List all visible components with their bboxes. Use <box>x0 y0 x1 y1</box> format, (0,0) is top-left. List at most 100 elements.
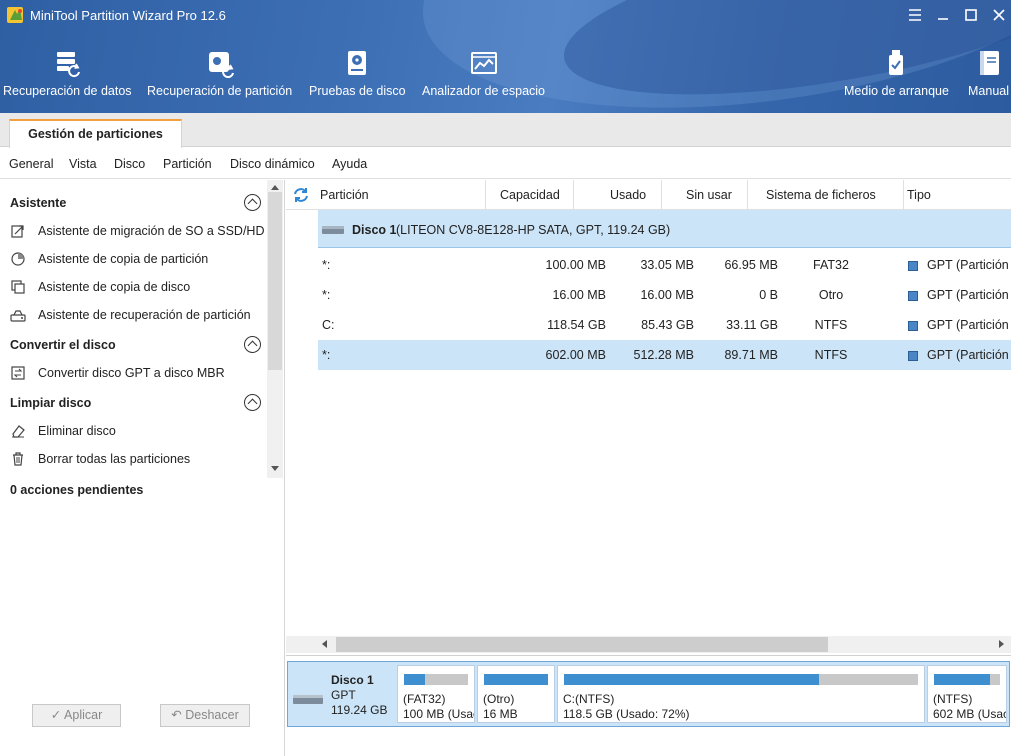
disk-benchmark-button[interactable]: Pruebas de disco <box>309 48 406 98</box>
sidebar-scrollbar[interactable] <box>267 180 283 478</box>
partition-block[interactable]: (NTFS) 602 MB (Usac <box>927 665 1007 723</box>
cell-partition: *: <box>322 348 331 362</box>
table-hscrollbar[interactable] <box>286 636 1011 653</box>
menu-icon[interactable] <box>906 6 924 24</box>
menu-dynamic-disk[interactable]: Disco dinámico <box>230 157 315 171</box>
disk-map: Disco 1 GPT 119.24 GB (FAT32) 100 MB (Us… <box>286 655 1011 756</box>
menu-bar: General Vista Disco Partición Disco diná… <box>0 148 1011 179</box>
cell-capacity: 118.54 GB <box>547 318 606 332</box>
menu-disk[interactable]: Disco <box>114 157 145 171</box>
table-header: Partición Capacidad Usado Sin usar Siste… <box>286 180 1011 210</box>
table-row[interactable]: *: 100.00 MB 33.05 MB 66.95 MB FAT32 GPT… <box>318 250 1011 280</box>
partition-block[interactable]: (FAT32) 100 MB (Usac <box>397 665 475 723</box>
cell-type: GPT (Partición r <box>927 288 1011 302</box>
bootable-media-button[interactable]: Medio de arranque <box>844 48 949 98</box>
header-partition[interactable]: Partición <box>314 180 486 210</box>
minimize-icon[interactable] <box>934 6 952 24</box>
cell-used: 85.43 GB <box>641 318 694 332</box>
collapse-convert-icon[interactable] <box>244 336 261 353</box>
manual-label: Manual <box>968 84 1009 98</box>
space-analyzer-button[interactable]: Analizador de espacio <box>422 48 545 98</box>
section-clean-title: Limpiar disco <box>10 396 92 410</box>
cell-unused: 66.95 MB <box>724 258 778 272</box>
partition-table: Partición Capacidad Usado Sin usar Siste… <box>286 180 1011 654</box>
usage-fill <box>564 674 819 685</box>
scrollbar-thumb[interactable] <box>268 192 282 370</box>
partition-recovery-icon <box>208 52 234 78</box>
cell-type: GPT (Partición d <box>927 318 1011 332</box>
cell-capacity: 16.00 MB <box>552 288 606 302</box>
menu-general[interactable]: General <box>9 157 53 171</box>
partition-recovery-button[interactable]: Recuperación de partición <box>147 48 292 98</box>
cell-type: GPT (Partición d <box>927 258 1011 272</box>
apply-label: Aplicar <box>64 708 103 722</box>
partition-block[interactable]: C:(NTFS) 118.5 GB (Usado: 72%) <box>557 665 925 723</box>
usage-bar <box>404 674 468 685</box>
header-used[interactable]: Usado <box>574 180 662 210</box>
disk-icon <box>293 695 323 704</box>
partition-recovery-wizard-icon <box>10 310 26 322</box>
header-capacity[interactable]: Capacidad <box>486 180 574 210</box>
task-label: Borrar todas las particiones <box>38 452 191 466</box>
scroll-right-icon[interactable] <box>999 640 1004 648</box>
partition-block-size: 100 MB (Usac <box>403 707 475 721</box>
cell-used: 16.00 MB <box>640 288 694 302</box>
table-row[interactable]: *: 16.00 MB 16.00 MB 0 B Otro GPT (Parti… <box>318 280 1011 310</box>
scrollbar-thumb[interactable] <box>336 637 828 652</box>
partition-block-size: 602 MB (Usac <box>933 707 1007 721</box>
bootable-media-label: Medio de arranque <box>844 84 949 98</box>
data-recovery-label: Recuperación de datos <box>3 84 132 98</box>
cell-type: GPT (Partición d <box>927 348 1011 362</box>
window-title: MiniTool Partition Wizard Pro 12.6 <box>30 8 226 23</box>
partition-block[interactable]: (Otro) 16 MB <box>477 665 555 723</box>
task-label: Asistente de copia de partición <box>38 252 209 266</box>
menu-help[interactable]: Ayuda <box>332 157 367 171</box>
close-icon[interactable] <box>990 6 1008 24</box>
scroll-up-icon[interactable] <box>271 185 279 190</box>
disk-benchmark-icon <box>348 51 367 75</box>
diskmap-disk-size: 119.24 GB <box>331 703 388 717</box>
partition-recovery-label: Recuperación de partición <box>147 84 293 98</box>
undo-label: Deshacer <box>185 708 239 722</box>
app-header: MiniTool Partition Wizard Pro 12.6 Recup… <box>0 0 1011 113</box>
scroll-down-icon[interactable] <box>271 466 279 471</box>
data-recovery-icon <box>57 52 81 78</box>
tab-strip: Gestión de particiones <box>0 113 1011 148</box>
partition-type-icon <box>908 321 918 331</box>
partition-type-icon <box>908 261 918 271</box>
app-logo-icon <box>7 7 23 23</box>
cell-used: 512.28 MB <box>633 348 694 362</box>
data-recovery-button[interactable]: Recuperación de datos <box>3 48 132 98</box>
header-unused[interactable]: Sin usar <box>662 180 748 210</box>
disk-benchmark-label: Pruebas de disco <box>309 84 406 98</box>
partition-block-label: (FAT32) <box>403 692 446 706</box>
header-filesystem[interactable]: Sistema de ficheros <box>748 180 904 210</box>
section-convert-title: Convertir el disco <box>10 338 116 352</box>
usage-fill <box>484 674 548 685</box>
maximize-icon[interactable] <box>962 6 980 24</box>
menu-view[interactable]: Vista <box>69 157 97 171</box>
usage-bar <box>934 674 1000 685</box>
manual-button[interactable]: Manual <box>968 48 1009 98</box>
cell-used: 33.05 MB <box>640 258 694 272</box>
collapse-wizard-icon[interactable] <box>244 194 261 211</box>
disk-row[interactable]: Disco 1 (LITEON CV8-8E128-HP SATA, GPT, … <box>318 210 1011 248</box>
cell-capacity: 602.00 MB <box>545 348 606 362</box>
disk-map-card[interactable]: Disco 1 GPT 119.24 GB (FAT32) 100 MB (Us… <box>287 661 1010 727</box>
scroll-left-icon[interactable] <box>322 640 327 648</box>
table-row[interactable]: C: 118.54 GB 85.43 GB 33.11 GB NTFS GPT … <box>318 310 1011 340</box>
disk-description: (LITEON CV8-8E128-HP SATA, GPT, 119.24 G… <box>396 223 671 237</box>
cell-partition: *: <box>322 258 331 272</box>
header-type[interactable]: Tipo <box>904 180 1011 210</box>
task-label: Asistente de migración de SO a SSD/HD <box>38 224 265 238</box>
tab-partition-management[interactable]: Gestión de particiones <box>9 119 182 148</box>
apply-button[interactable]: ✓ Aplicar <box>32 704 121 727</box>
cell-partition: *: <box>322 288 331 302</box>
table-row-selected[interactable]: *: 602.00 MB 512.28 MB 89.71 MB NTFS GPT… <box>318 340 1011 370</box>
task-label: Convertir disco GPT a disco MBR <box>38 366 225 380</box>
menu-partition[interactable]: Partición <box>163 157 212 171</box>
undo-button[interactable]: ↶ Deshacer <box>160 704 250 727</box>
collapse-clean-icon[interactable] <box>244 394 261 411</box>
copy-partition-icon <box>11 252 25 266</box>
refresh-icon[interactable] <box>292 186 310 204</box>
